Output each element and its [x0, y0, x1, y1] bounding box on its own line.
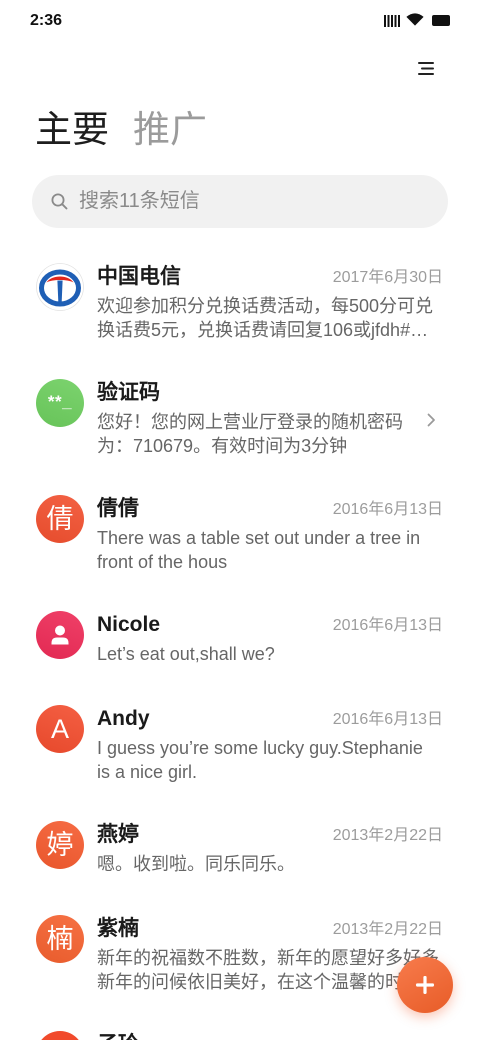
avatar: A: [36, 705, 84, 753]
battery-icon: [432, 15, 450, 26]
signal-bar: [394, 15, 397, 27]
conversation-row[interactable]: Nicole 2016年6月13日 Let’s eat out,shall we…: [0, 592, 480, 686]
wifi-shape: [406, 13, 424, 26]
avatar-initial: A: [50, 714, 69, 744]
message-preview: I guess you’re some lucky guy.Stephanie …: [97, 736, 447, 784]
search-icon: [51, 193, 68, 210]
contact-name: 验证码: [97, 381, 160, 404]
message-preview: Let’s eat out,shall we?: [97, 642, 447, 666]
conversation-row[interactable]: A Andy 2016年6月13日 I guess you’re some lu…: [0, 686, 480, 802]
person-icon: [51, 625, 69, 645]
signal-bar: [391, 15, 393, 27]
signal-bar: [398, 15, 400, 27]
avatar: 婷: [36, 821, 84, 869]
message-preview-line: 嗯。收到啦。同乐同乐。: [97, 854, 295, 874]
status-time: 2:36: [30, 12, 63, 29]
menu-line: [418, 73, 434, 75]
signal-icon: [384, 15, 400, 27]
message-preview-line: 换话费5元，兑换话费请回复106或jfdh#…: [97, 320, 429, 340]
contact-name: 燕婷: [97, 823, 139, 846]
status-bar: 2:36: [0, 0, 480, 40]
menu-line: [421, 67, 434, 70]
avatar: 倩: [36, 495, 84, 543]
message-preview-line: There was a table set out under a tree i…: [97, 528, 421, 548]
tab-promotions[interactable]: 推广: [133, 106, 207, 154]
plus-vertical: [423, 976, 427, 994]
message-preview-line: is a nice girl.: [97, 762, 198, 782]
avatar-cap-shape: [41, 1031, 79, 1040]
avatar: [36, 611, 84, 659]
message-date: 2016年6月13日: [332, 501, 443, 518]
avatar-initial: 倩: [46, 504, 74, 534]
message-preview-line: 为：710679。有效时间为3分钟: [97, 436, 348, 456]
new-message-button[interactable]: [397, 957, 453, 1013]
message-date: 2016年6月13日: [332, 617, 443, 634]
message-preview: There was a table set out under a tree i…: [97, 526, 447, 574]
message-date: 2013年2月22日: [332, 921, 443, 938]
message-preview-line: I guess you’re some lucky guy.Stephanie: [97, 738, 423, 758]
message-preview: 新年的祝福数不胜数，新年的愿望好多好多 新年的问候依旧美好，在这个温馨的时: [97, 946, 447, 994]
menu-icon: [418, 62, 434, 75]
contact-name: 倩倩: [97, 497, 139, 520]
contact-name: Nicole: [97, 613, 161, 636]
conversation-row[interactable]: 子玲: [0, 1012, 480, 1040]
contact-name: 紫楠: [97, 917, 139, 940]
message-preview-line: 新年的祝福数不胜数，新年的愿望好多好多: [97, 948, 439, 968]
message-date: 2013年2月22日: [332, 827, 443, 844]
message-preview-line: front of the hous: [97, 552, 228, 572]
search-input[interactable]: [79, 175, 419, 228]
conversation-row[interactable]: 倩 倩倩 2016年6月13日 There was a table set ou…: [0, 476, 480, 592]
contact-name: 中国电信: [97, 265, 181, 288]
message-date: 2016年6月13日: [332, 711, 443, 728]
avatar-code-glyph: **_: [47, 392, 73, 411]
menu-button[interactable]: [413, 57, 439, 80]
message-preview-line: 欢迎参加积分兑换话费活动，每500分可兑: [97, 296, 434, 316]
contact-name: Andy: [97, 707, 150, 730]
contact-name: 子玲: [97, 1031, 139, 1040]
conversation-row[interactable]: 婷 燕婷 2013年2月22日 嗯。收到啦。同乐同乐。: [0, 802, 480, 896]
message-preview-line: 您好！您的网上营业厅登录的随机密码: [97, 412, 403, 432]
conversation-row[interactable]: 中国电信 2017年6月30日 欢迎参加积分兑换话费活动，每500分可兑 换话费…: [0, 244, 480, 360]
message-preview: 您好！您的网上营业厅登录的随机密码 为：710679。有效时间为3分钟: [97, 410, 447, 458]
avatar: **_: [36, 379, 84, 427]
message-preview: 欢迎参加积分兑换话费活动，每500分可兑 换话费5元，兑换话费请回复106或jf…: [97, 294, 447, 342]
search-bar[interactable]: [32, 175, 448, 228]
tab-primary[interactable]: 主要: [35, 106, 109, 154]
message-preview-line: 新年的问候依旧美好，在这个温馨的时: [97, 972, 403, 992]
avatar: 楠: [36, 915, 84, 963]
person-body: [51, 637, 69, 645]
battery-body: [432, 15, 450, 26]
china-telecom-logo: [36, 263, 84, 311]
conversation-row[interactable]: **_ 验证码 您好！您的网上营业厅登录的随机密码 为：710679。有效时间为…: [0, 360, 480, 476]
plus-icon: [416, 976, 434, 994]
person-head: [55, 625, 65, 636]
conversation-list: 中国电信 2017年6月30日 欢迎参加积分兑换话费活动，每500分可兑 换话费…: [0, 244, 480, 1040]
search-icon-handle: [61, 203, 68, 210]
wifi-icon: [406, 13, 424, 26]
signal-bar: [384, 15, 386, 27]
avatar-initial: 婷: [46, 830, 74, 860]
message-date: 2017年6月30日: [332, 269, 443, 286]
avatar: [41, 1031, 79, 1040]
menu-line: [418, 62, 434, 64]
avatar: [36, 263, 84, 311]
avatar-initial: 楠: [46, 924, 74, 954]
message-preview: 嗯。收到啦。同乐同乐。: [97, 852, 447, 876]
signal-bar: [387, 15, 390, 27]
message-preview-line: Let’s eat out,shall we?: [97, 644, 275, 664]
